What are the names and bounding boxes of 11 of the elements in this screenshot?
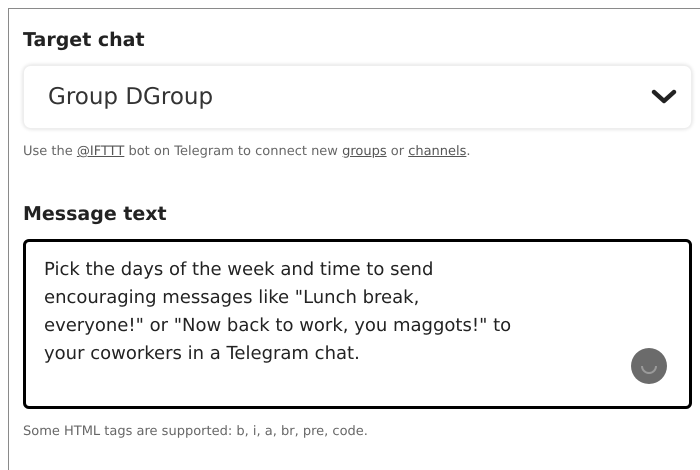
chevron-down-icon [651, 89, 677, 105]
message-text-field[interactable]: Pick the days of the week and time to send encouraging messages like "Lunch break, everyone!" or "Now back to work, you maggots!" to your coworkers in a Telegram chat. [23, 239, 692, 409]
help-text: Some HTML tags are supported: b, i, a, br, pre, code. [23, 423, 369, 441]
chat-dropdown[interactable]: Group DGroup [23, 65, 692, 129]
field-label: Message text [23, 202, 168, 227]
link[interactable]: channels [408, 144, 466, 159]
link[interactable]: @IFTTT [76, 144, 124, 159]
link[interactable]: groups [342, 144, 387, 159]
spinner-icon [631, 348, 667, 384]
help-text: Use the @IFTTT bot on Telegram to connect new groups or channels. [23, 143, 472, 161]
field-label: Target chat [23, 28, 146, 53]
